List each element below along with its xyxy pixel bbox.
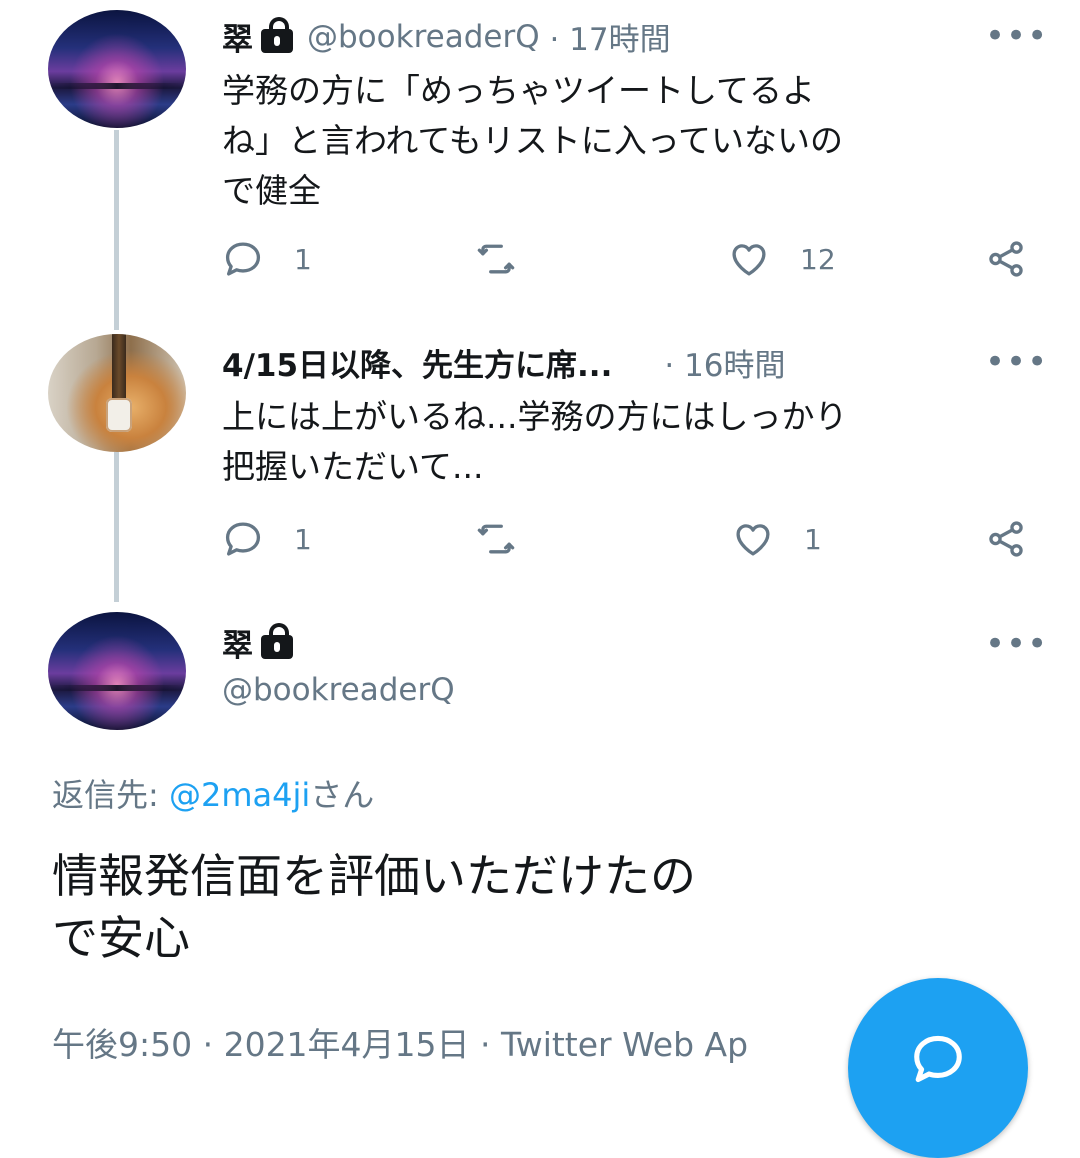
lock-icon [261,622,293,659]
tweet-text-line: で安心 [52,911,190,965]
compose-reply-icon [914,1035,962,1083]
display-name[interactable]: 翠 [222,620,253,665]
retweet-button[interactable] [475,238,517,280]
like-button[interactable]: 12 [728,238,836,280]
like-button[interactable]: 1 [732,518,822,560]
tweet-text-line: 学務の方に「めっちゃツイートしてるよ [222,71,816,110]
heart-icon [732,244,766,276]
tweet-time[interactable]: · 17時間 [540,14,670,59]
share-button[interactable] [985,518,1027,560]
more-icon[interactable]: ••• [985,16,1048,56]
compose-reply-button[interactable] [848,978,1028,1158]
retweet-icon [477,524,515,554]
reply-count: 1 [294,242,312,276]
main-tweet-handle-row: @bookreaderQ [222,672,455,708]
thread-line-1 [114,130,119,330]
tweet-timestamp-source[interactable]: 午後9:50 · 2021年4月15日 · Twitter Web Ap [52,1018,748,1066]
avatar[interactable] [48,334,186,452]
tweet-header: 4/15日以降、先生方に席... · 16時間 [222,340,786,385]
display-name[interactable]: 翠 [222,14,253,59]
reply-to-suffix: さん [310,776,375,814]
main-tweet-text: 情報発信面を評価いただけたの で安心 [52,845,696,969]
reply-to-line: 返信先: @2ma4jiさん [52,770,374,816]
tweet-text: 上には上がいるね...学務の方にはしっかり 把握いただいて... [222,392,847,492]
lock-icon [261,16,293,53]
tweet-text-line: 情報発信面を評価いただけたの [52,849,696,903]
reply-icon [225,242,261,276]
reply-to-prefix: 返信先: [52,776,169,814]
main-tweet-name-row: 翠 [222,620,293,665]
tweet-text-line: 上には上がいるね...学務の方にはしっかり [222,397,848,436]
tweet-text-line: 把握いただいて... [222,447,484,486]
heart-icon [736,524,770,556]
reply-count: 1 [294,522,312,556]
avatar[interactable] [48,10,186,128]
thread-line-2 [114,452,119,602]
like-count: 12 [800,242,836,276]
share-icon [989,241,1023,277]
reply-icon [225,522,261,556]
tweet-text-line: で健全 [222,171,321,210]
tweet-text-line: ね」と言われてもリストに入っていないの [222,121,844,160]
reply-button[interactable]: 1 [222,518,312,560]
tweet-header: 翠 @bookreaderQ · 17時間 [222,14,671,59]
more-icon[interactable]: ••• [985,342,1048,382]
tweet-text: 学務の方に「めっちゃツイートしてるよ ね」と言われてもリストに入っていないの で… [222,66,843,216]
tweet-time[interactable]: · 16時間 [664,340,785,385]
user-handle[interactable]: @bookreaderQ [222,672,455,708]
reply-mention-link[interactable]: @2ma4ji [169,776,310,814]
more-icon[interactable]: ••• [985,624,1048,664]
share-button[interactable] [985,238,1027,280]
avatar[interactable] [48,612,186,730]
like-count: 1 [804,522,822,556]
display-name[interactable]: 4/15日以降、先生方に席... [222,340,612,385]
retweet-button[interactable] [475,518,517,560]
retweet-icon [477,244,515,274]
share-icon [989,521,1023,557]
user-handle[interactable]: @bookreaderQ [307,19,540,55]
reply-button[interactable]: 1 [222,238,312,280]
